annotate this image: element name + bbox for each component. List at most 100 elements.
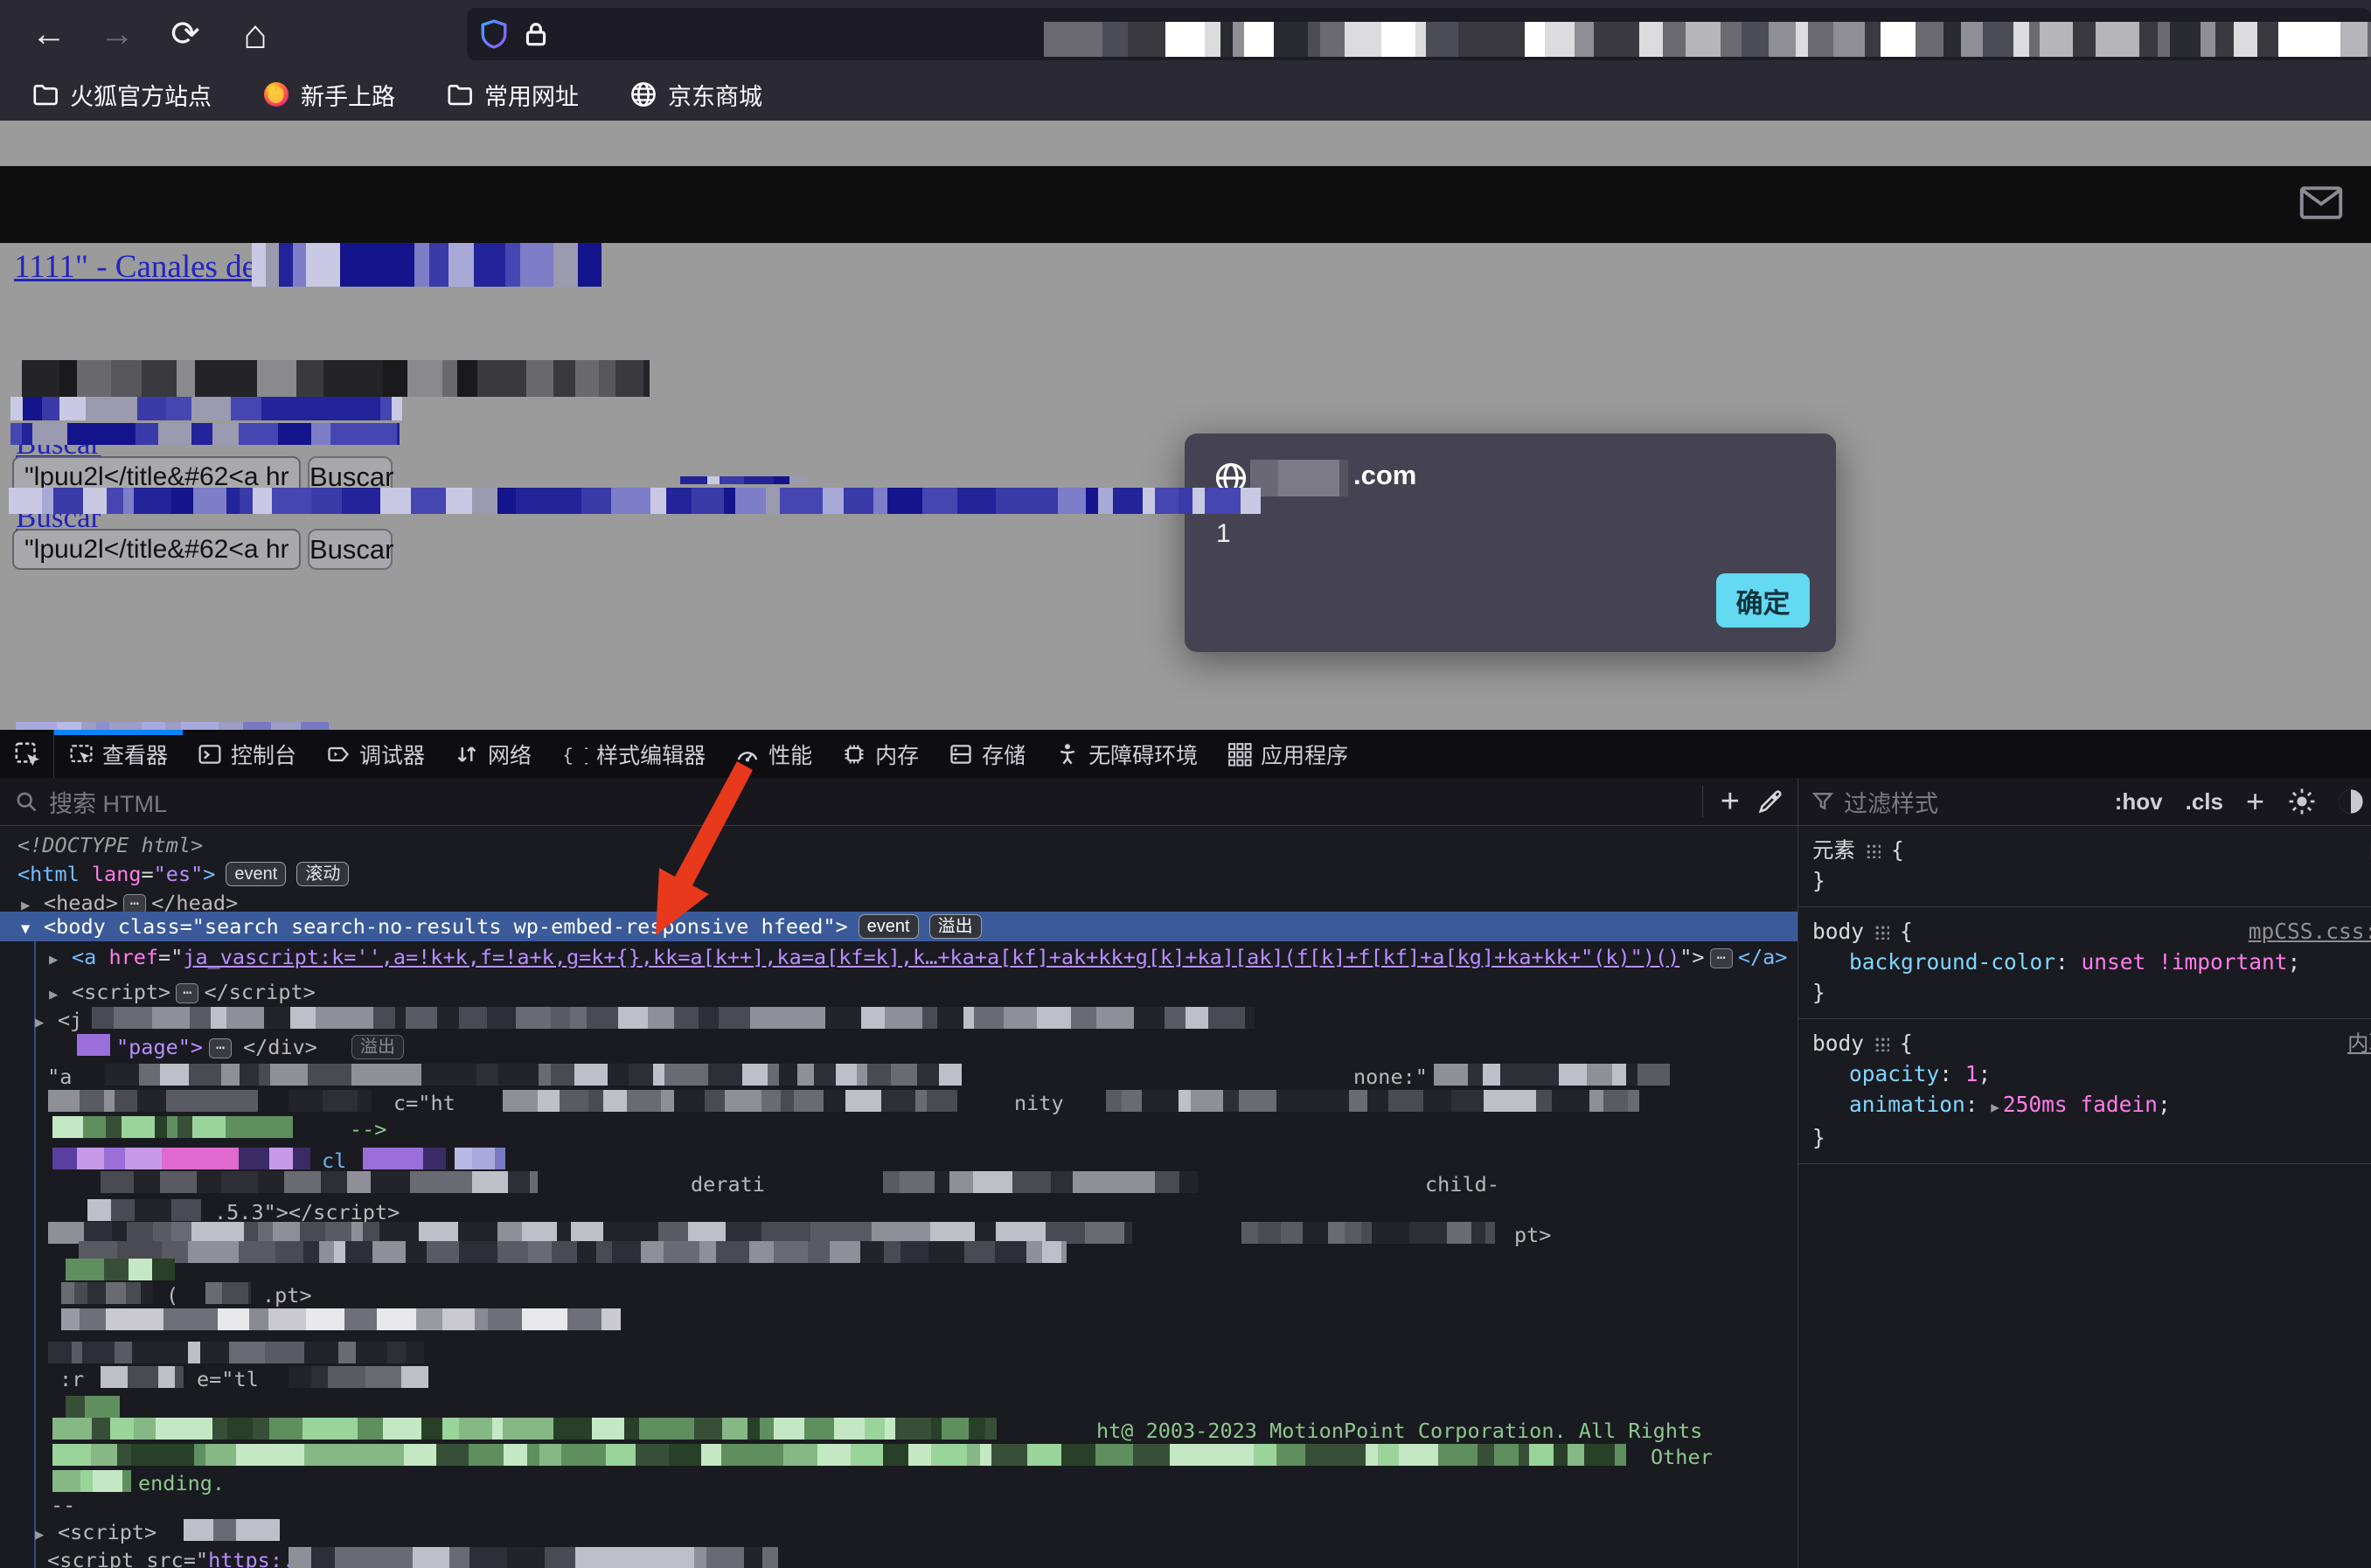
markup-search-bar[interactable]: 搜索 HTML + (0, 778, 1797, 826)
css-rule[interactable]: body{mpCSS.css:5background-color: unset … (1798, 907, 2371, 1019)
css-rule[interactable]: 元素{内} (1798, 826, 2371, 907)
devtools-tab-性能[interactable]: 性能 (720, 730, 827, 778)
markup-redaction (66, 1259, 175, 1280)
dialog-domain-redaction (1250, 460, 1348, 496)
markup-badge[interactable]: 滚动 (296, 862, 349, 886)
devtools-tab-样式编辑器[interactable]: { }样式编辑器 (546, 730, 720, 778)
markup-redaction (52, 1116, 293, 1138)
address-bar[interactable] (467, 8, 2371, 60)
markup-row[interactable]: <html lang="es">event滚动 (0, 861, 1797, 888)
markup-segment: <j (58, 1008, 82, 1032)
rules-view[interactable]: 元素{内}body{mpCSS.css:5background-color: u… (1797, 826, 2371, 1568)
markup-badge[interactable]: 溢出 (929, 914, 982, 939)
markup-segment: > (203, 862, 215, 886)
style-filter-bar[interactable]: 过滤样式 :hov .cls + (1797, 778, 2371, 826)
buscar-button-2[interactable]: Buscar (308, 529, 393, 570)
markup-row[interactable]: ht@ 2003-2023 MotionPoint Corporation. A… (0, 1418, 1797, 1445)
markup-row[interactable]: (.pt> (0, 1282, 1797, 1309)
lock-icon[interactable] (521, 17, 551, 52)
markup-fragment: ⋯ (204, 1034, 237, 1061)
markup-badge[interactable]: event (226, 862, 286, 886)
page-title-link[interactable]: 1111" - Canales de (14, 248, 256, 286)
markup-segment: <!DOCTYPE html> (17, 833, 203, 857)
markup-row[interactable]: c="htnity (0, 1090, 1797, 1117)
rule-property[interactable]: animation: ▶250ms fadein; (1812, 1089, 2371, 1122)
folder-icon (31, 81, 59, 108)
markup-row[interactable]: ▶<a href="ja_vascript:k='',a=!k+k,f=!a+k… (0, 944, 1797, 971)
markup-badge[interactable]: event (859, 914, 919, 939)
devtools-tab-控制台[interactable]: 控制台 (183, 730, 311, 778)
tab-label: 控制台 (231, 739, 296, 770)
ok-button[interactable]: 确定 (1716, 573, 1810, 628)
home-icon[interactable]: ⌂ (229, 0, 282, 68)
markup-row[interactable]: ▶<j (0, 1007, 1797, 1034)
rule-source-link[interactable]: mpCSS.css:5 (2249, 916, 2371, 947)
bookmark-item-4[interactable]: 京东商城 (629, 78, 762, 112)
rule-selector[interactable]: 元素 (1812, 837, 1855, 863)
bookmark-label: 常用网址 (484, 78, 579, 112)
rule-property[interactable]: opacity: 1; (1812, 1058, 2371, 1089)
devtools-tab-存储[interactable]: 存储 (934, 730, 1040, 778)
bookmark-item-3[interactable]: 常用网址 (446, 78, 579, 112)
devtools-tab-内存[interactable]: 内存 (827, 730, 934, 778)
devtools-tab-应用程序[interactable]: 应用程序 (1213, 730, 1363, 778)
markup-view[interactable]: <!DOCTYPE html><html lang="es">event滚动▶<… (0, 826, 1797, 1568)
markup-row[interactable]: "anone:" (0, 1064, 1797, 1091)
expand-ellipsis[interactable]: ⋯ (1710, 948, 1733, 968)
css-rule[interactable]: body{内联opacity: 1;animation: ▶250ms fade… (1798, 1019, 2371, 1164)
markup-redaction (61, 1308, 621, 1330)
markup-fragment: c="ht (393, 1090, 455, 1117)
markup-row[interactable]: <!DOCTYPE html> (0, 832, 1797, 859)
markup-row-selected[interactable]: ▼<body class="search search-no-results w… (0, 912, 1797, 941)
markup-row[interactable]: Other (0, 1444, 1797, 1471)
devtools-tab-调试器[interactable]: 调试器 (311, 730, 440, 778)
devtools-tab-无障碍环境[interactable]: 无障碍环境 (1040, 730, 1213, 778)
devtools-tab-网络[interactable]: 网络 (440, 730, 546, 778)
markup-row[interactable]: deratichild- (0, 1171, 1797, 1198)
back-icon[interactable]: ← (23, 0, 75, 68)
dark-mode-icon[interactable] (2336, 787, 2366, 816)
markup-row[interactable]: ▶<script>⋯</script> (0, 979, 1797, 1006)
rule-close-brace: } (1812, 977, 2371, 1008)
element-picker-button[interactable] (0, 730, 54, 778)
forward-icon[interactable]: → (91, 0, 143, 68)
devtools-tab-查看器[interactable]: 查看器 (54, 730, 183, 778)
selector-highlighter-icon[interactable] (1874, 1037, 1889, 1051)
rule-selector[interactable]: body (1812, 1030, 1864, 1056)
add-node-button[interactable]: + (1703, 783, 1757, 821)
markup-row[interactable]: ▶<script> (0, 1519, 1797, 1546)
eyedropper-icon[interactable] (1757, 788, 1783, 815)
search-input-2[interactable] (12, 529, 301, 570)
shield-icon[interactable] (479, 17, 509, 52)
bookmark-item-1[interactable]: 火狐官方站点 (31, 78, 212, 112)
class-toggle[interactable]: .cls (2186, 788, 2223, 815)
pseudo-class-toggle[interactable]: :hov (2115, 788, 2163, 815)
rule-source-link[interactable]: 内联 (2347, 1028, 2371, 1058)
markup-redaction (105, 1064, 962, 1086)
selector-highlighter-icon[interactable] (1866, 843, 1881, 858)
expand-arrow-icon[interactable]: ▶ (1991, 1099, 1999, 1115)
envelope-icon[interactable] (2299, 185, 2343, 220)
markup-row[interactable] (0, 1342, 1797, 1369)
markup-badge: 溢出 (351, 1035, 404, 1059)
reload-icon[interactable]: ⟳ (159, 0, 212, 68)
markup-row[interactable]: "page">⋯</div>溢出 (0, 1034, 1797, 1061)
markup-row[interactable]: -- (0, 1492, 1797, 1519)
dialog-message: 1 (1216, 519, 1231, 549)
markup-row[interactable]: :re="tl (0, 1366, 1797, 1393)
rule-selector[interactable]: body (1812, 919, 1864, 944)
expand-ellipsis[interactable]: ⋯ (176, 983, 198, 1003)
markup-fragment: child- (1425, 1171, 1499, 1198)
markup-row[interactable]: --> (0, 1116, 1797, 1143)
bookmark-label: 京东商城 (668, 78, 762, 112)
selector-highlighter-icon[interactable] (1874, 925, 1889, 940)
markup-redaction (48, 1342, 424, 1363)
light-mode-icon[interactable] (2287, 787, 2317, 816)
rule-property[interactable]: background-color: unset !important; (1812, 947, 2371, 977)
markup-row[interactable] (0, 1308, 1797, 1336)
bookmark-item-2[interactable]: 新手上路 (262, 78, 395, 112)
markup-row[interactable]: <script src="https:. (0, 1547, 1797, 1568)
markup-fragment: e="tl (197, 1366, 259, 1393)
add-rule-button[interactable]: + (2246, 783, 2264, 820)
devtools-panel: 查看器 控制台调试器网络{ }样式编辑器性能内存存储无障碍环境应用程序 搜索 HT… (0, 730, 2371, 1568)
